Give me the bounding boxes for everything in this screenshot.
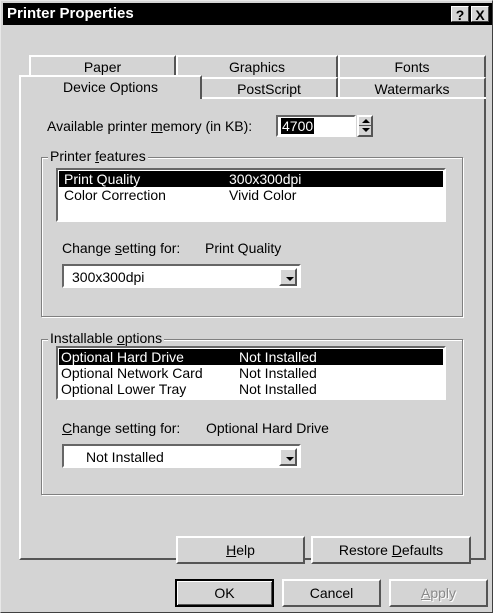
- cancel-button[interactable]: Cancel: [282, 579, 381, 607]
- options-change-setting-label: Change setting for:: [62, 420, 181, 436]
- list-item[interactable]: Optional Network Card Not Installed: [59, 365, 443, 381]
- help-icon[interactable]: ?: [451, 6, 469, 23]
- ok-button[interactable]: OK: [175, 579, 274, 607]
- restore-defaults-button[interactable]: Restore Defaults: [311, 536, 471, 564]
- tab-postscript[interactable]: PostScript: [200, 77, 338, 99]
- printer-change-target: Print Quality: [205, 240, 282, 256]
- installable-options-list[interactable]: Optional Hard Drive Not Installed Option…: [56, 346, 446, 400]
- list-item[interactable]: Print Quality 300x300dpi: [59, 171, 443, 187]
- tab-fonts[interactable]: Fonts: [338, 55, 486, 77]
- printer-features-list[interactable]: Print Quality 300x300dpi Color Correctio…: [56, 168, 446, 222]
- apply-button[interactable]: Apply: [389, 579, 488, 607]
- title-bar: Printer Properties ? X: [3, 3, 492, 25]
- chevron-down-icon[interactable]: [279, 448, 297, 466]
- tab-graphics[interactable]: Graphics: [176, 55, 338, 77]
- list-item[interactable]: Optional Lower Tray Not Installed: [59, 381, 443, 397]
- installable-options-group: Installable options Optional Hard Drive …: [41, 330, 463, 495]
- memory-label: Available printer memory (in KB):: [47, 118, 253, 134]
- panel-top-edge: [202, 97, 486, 99]
- installable-options-label: Installable options: [48, 330, 165, 346]
- printer-change-setting-label: Change setting for:: [62, 240, 181, 256]
- memory-input[interactable]: 4700: [276, 115, 356, 137]
- list-item[interactable]: Optional Hard Drive Not Installed: [59, 349, 443, 365]
- help-button[interactable]: Help: [176, 536, 305, 564]
- tab-watermarks[interactable]: Watermarks: [338, 77, 486, 99]
- memory-value: 4700: [281, 118, 315, 134]
- printer-properties-dialog: Printer Properties ? X Paper Graphics Fo…: [0, 0, 493, 613]
- printer-features-group: Printer features Print Quality 300x300dp…: [41, 148, 463, 317]
- chevron-down-icon[interactable]: [279, 268, 297, 286]
- list-item[interactable]: Color Correction Vivid Color: [59, 187, 443, 203]
- tab-paper[interactable]: Paper: [29, 55, 176, 77]
- spinner-down-icon[interactable]: [362, 128, 370, 132]
- close-icon[interactable]: X: [471, 6, 489, 23]
- print-quality-select[interactable]: 300x300dpi: [62, 264, 301, 288]
- spinner-up-icon[interactable]: [362, 119, 370, 123]
- hard-drive-select[interactable]: Not Installed: [62, 444, 301, 468]
- printer-features-label: Printer features: [48, 148, 148, 164]
- options-change-target: Optional Hard Drive: [206, 420, 329, 436]
- tab-device-options[interactable]: Device Options: [19, 75, 202, 99]
- window-title: Printer Properties: [7, 5, 134, 22]
- memory-spinner[interactable]: [357, 115, 373, 137]
